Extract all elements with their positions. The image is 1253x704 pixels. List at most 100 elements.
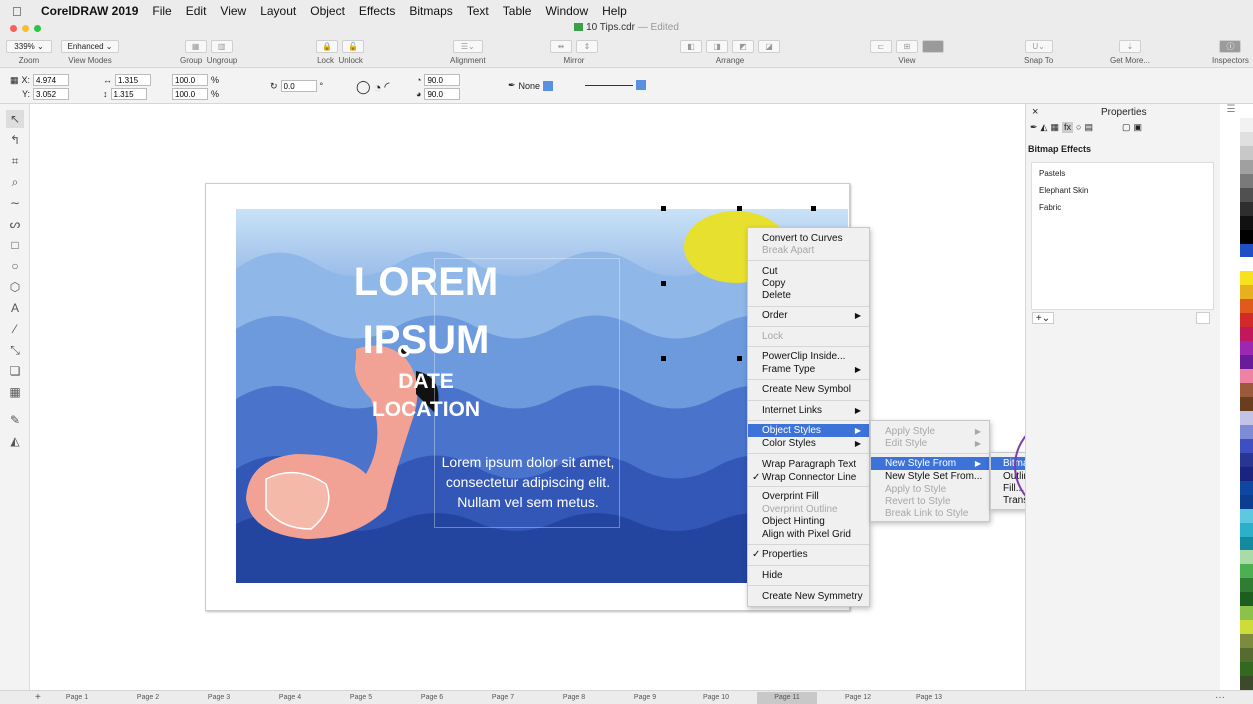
crop-tool-icon[interactable]: ⌗ (6, 152, 24, 170)
forward-icon[interactable]: ◩ (732, 39, 754, 53)
menu-frame-type[interactable]: Frame Type ▶ (748, 363, 869, 376)
frame-icon[interactable]: ▢ (1122, 122, 1131, 133)
selection-handle[interactable] (661, 356, 666, 361)
freehand-tool-icon[interactable]: ∼ (6, 194, 24, 212)
close-icon[interactable]: × (1032, 106, 1038, 118)
panel-toggle-icon[interactable]: ☰ (1222, 104, 1240, 122)
front-icon[interactable]: ◧ (680, 39, 702, 53)
submenu-break-link-to-style[interactable]: Break Link to Style (871, 507, 989, 520)
color-swatch[interactable] (1240, 159, 1253, 175)
zoom-dropdown[interactable]: 339% ⌄ (6, 39, 52, 53)
view-page-icon[interactable]: ⊏ (870, 39, 892, 53)
menu-properties[interactable]: ✓ Properties (748, 548, 869, 561)
color-swatch[interactable] (1240, 117, 1253, 133)
color-swatch[interactable] (1240, 564, 1253, 579)
snap-magnet-icon[interactable]: U⌄ (1024, 39, 1053, 53)
pie-icon[interactable]: ◔ (374, 80, 382, 95)
end-angle-field[interactable] (424, 88, 461, 100)
page-tab[interactable]: Page 3 (189, 694, 249, 701)
width-field[interactable] (115, 74, 151, 86)
backward-icon[interactable]: ◪ (758, 39, 780, 53)
selection-handle[interactable] (661, 281, 666, 286)
menu-create-new-symbol[interactable]: Create New Symbol (748, 383, 869, 396)
add-page-icon[interactable]: + (35, 692, 41, 703)
delete-effect-icon[interactable] (1196, 312, 1210, 324)
color-swatch[interactable] (1240, 327, 1253, 342)
menu-edit[interactable]: Edit (179, 4, 214, 18)
getmore-icon[interactable]: ⇣ (1119, 39, 1141, 53)
transparency-tool-icon[interactable]: ▦ (6, 383, 24, 401)
menu-layout[interactable]: Layout (253, 4, 303, 18)
page-tab[interactable]: Page 12 (828, 694, 888, 701)
page-tab[interactable]: Page 10 (686, 694, 746, 701)
transparency-tab-icon[interactable]: ▦ (1050, 122, 1059, 133)
mirror-vertical-icon[interactable]: ⇕ (576, 39, 598, 53)
color-swatch[interactable] (1240, 341, 1253, 356)
menu-effects[interactable]: Effects (352, 4, 402, 18)
mirror-horizontal-icon[interactable]: ⇹ (550, 39, 572, 53)
menu-wrap-connector-line[interactable]: ✓ Wrap Connector Line (748, 471, 869, 484)
menu-text[interactable]: Text (460, 4, 496, 18)
zoom-button[interactable] (34, 25, 41, 32)
menu-break-apart[interactable]: Break Apart (748, 244, 869, 257)
color-swatch[interactable] (1240, 257, 1253, 272)
color-swatch[interactable] (1240, 452, 1253, 468)
scale-x-field[interactable] (172, 74, 208, 86)
effect-fabric[interactable]: Fabric (1039, 203, 1061, 212)
color-swatch[interactable] (1240, 145, 1253, 161)
effect-elephant-skin[interactable]: Elephant Skin (1039, 186, 1088, 195)
line-style-dropdown-icon[interactable] (636, 80, 646, 90)
selection-handle[interactable] (737, 206, 742, 211)
color-swatch[interactable] (1240, 131, 1253, 147)
y-field[interactable] (33, 88, 70, 100)
inspectors-icon[interactable]: ⓘ (1219, 39, 1242, 53)
menu-help[interactable]: Help (595, 4, 634, 18)
menu-file[interactable]: File (145, 4, 178, 18)
page-tab[interactable]: Page 11 (757, 692, 817, 704)
color-swatch[interactable] (1240, 383, 1253, 398)
menu-lock[interactable]: Lock (748, 330, 869, 343)
selection-handle[interactable] (811, 206, 816, 211)
color-swatch[interactable] (1240, 285, 1253, 300)
shadow-tool-icon[interactable]: ❏ (6, 362, 24, 380)
lock-icon[interactable]: 🔒 (316, 39, 338, 53)
color-swatch[interactable] (1240, 438, 1253, 454)
color-swatch[interactable] (1240, 201, 1253, 217)
color-swatch[interactable] (1240, 648, 1253, 663)
color-swatch[interactable] (1240, 410, 1253, 426)
effects-tab-icon[interactable]: fx (1061, 122, 1073, 133)
color-swatch[interactable] (1240, 550, 1253, 565)
text-frame[interactable] (434, 258, 620, 528)
color-swatch[interactable] (1240, 313, 1253, 328)
ungroup-icon[interactable]: ▥ (210, 39, 233, 53)
x-field[interactable] (33, 74, 70, 86)
page-tab[interactable]: Page 1 (47, 694, 107, 701)
add-effect-button[interactable]: +⌄ (1032, 312, 1054, 324)
color-swatch[interactable] (1240, 480, 1253, 496)
arc-icon[interactable]: ◜ (384, 79, 389, 95)
page-tab[interactable]: Page 5 (331, 694, 391, 701)
selection-handle[interactable] (661, 206, 666, 211)
ellipse-tool-icon[interactable]: ○ (6, 257, 24, 275)
close-button[interactable] (10, 25, 17, 32)
menu-object-hinting[interactable]: Object Hinting (748, 515, 869, 528)
unlock-icon[interactable]: 🔓 (342, 39, 364, 53)
scale-y-field[interactable] (172, 88, 208, 100)
color-swatch[interactable] (1240, 508, 1253, 524)
height-field[interactable] (110, 88, 147, 100)
color-swatch[interactable] (1240, 355, 1253, 370)
color-swatch[interactable] (1240, 299, 1253, 314)
apple-menu-icon[interactable]:  (12, 4, 34, 19)
menu-app[interactable]: CorelDRAW 2019 (34, 4, 145, 18)
menu-overprint-fill[interactable]: Overprint Fill (748, 490, 869, 503)
menu-color-styles[interactable]: Color Styles ▶ (748, 437, 869, 450)
menu-order[interactable]: Order ▶ (748, 309, 869, 322)
polygon-tool-icon[interactable]: ⬡ (6, 278, 24, 296)
fill-tab-icon[interactable]: ◭ (1041, 122, 1048, 133)
color-swatch[interactable] (1240, 522, 1253, 537)
view-grid-icon[interactable]: ⊞ (896, 39, 918, 53)
pick-tool-icon[interactable]: ↖ (6, 110, 24, 128)
group-icon[interactable]: ▦ (184, 39, 207, 53)
origin-icon[interactable]: ▦ (10, 75, 19, 86)
menu-powerclip-inside[interactable]: PowerClip Inside... (748, 350, 869, 363)
